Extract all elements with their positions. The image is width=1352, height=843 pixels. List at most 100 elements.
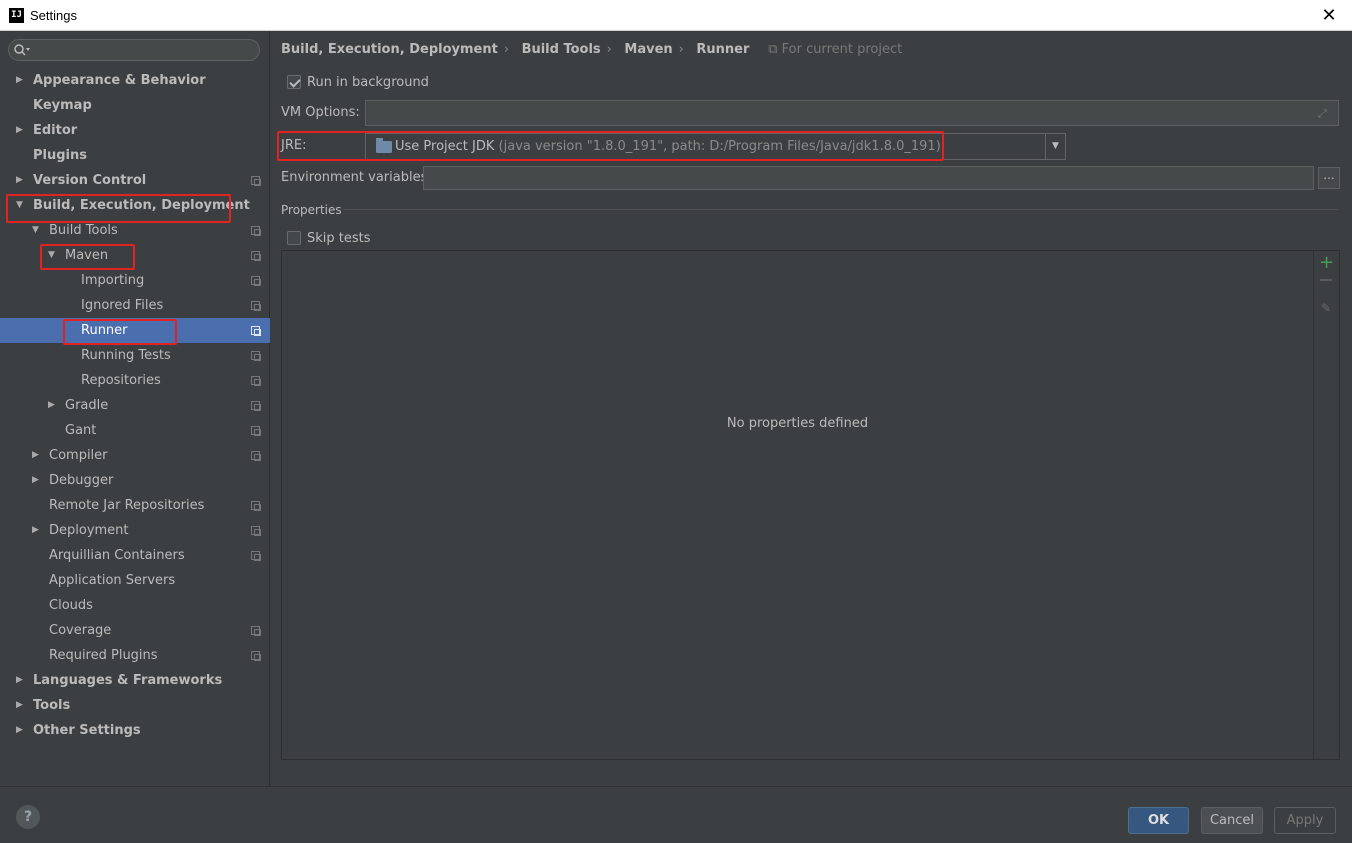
tree-item-clouds[interactable]: Clouds (0, 593, 270, 618)
tree-item-plugins[interactable]: Plugins (0, 143, 270, 168)
dialog-button-bar: ? OK Cancel Apply (0, 786, 1352, 843)
tree-item-runner[interactable]: Runner (0, 318, 270, 343)
vm-options-field[interactable]: ⤢ (365, 100, 1339, 126)
tree-item-label: Plugins (33, 148, 87, 163)
run-in-background-label: Run in background (307, 75, 429, 90)
jre-selected-value: Use Project JDK (395, 139, 495, 154)
section-divider (343, 209, 1338, 210)
tree-item-label: Remote Jar Repositories (49, 498, 205, 513)
settings-sidebar: ▶ Appearance & Behavior Keymap ▶ Editor Plugi… (0, 31, 270, 786)
collapsed-arrow-icon[interactable]: ▶ (32, 443, 42, 468)
tree-item-deployment[interactable]: ▶ Deployment (0, 518, 270, 543)
tree-item-label: Keymap (33, 98, 92, 113)
help-icon[interactable]: ? (16, 805, 40, 829)
tree-item-ignored-files[interactable]: Ignored Files (0, 293, 270, 318)
collapsed-arrow-icon[interactable]: ▶ (16, 693, 26, 718)
expanded-arrow-icon[interactable]: ▼ (16, 193, 26, 218)
tree-item-label: Runner (81, 323, 128, 338)
add-icon[interactable]: + (1319, 254, 1334, 272)
project-settings-icon (251, 226, 261, 236)
intellij-app-icon: IJ (9, 8, 24, 23)
project-settings-icon (251, 251, 261, 261)
properties-table[interactable]: + ✎ No properties defined (281, 250, 1340, 760)
project-settings-icon (251, 501, 261, 511)
tree-item-repositories[interactable]: Repositories (0, 368, 270, 393)
folder-icon (376, 138, 392, 153)
collapsed-arrow-icon[interactable]: ▶ (16, 668, 26, 693)
expanded-arrow-icon[interactable]: ▼ (32, 218, 42, 243)
apply-button[interactable]: Apply (1274, 807, 1336, 834)
project-settings-icon (251, 326, 261, 336)
tree-item-keymap[interactable]: Keymap (0, 93, 270, 118)
tree-item-label: Ignored Files (81, 298, 164, 313)
tree-item-application-servers[interactable]: Application Servers (0, 568, 270, 593)
tree-item-maven[interactable]: ▼ Maven (0, 243, 270, 268)
tree-item-label: Other Settings (33, 723, 141, 738)
edit-pencil-icon[interactable]: ✎ (1321, 301, 1331, 315)
tree-item-label: Gradle (65, 398, 109, 413)
tree-item-coverage[interactable]: Coverage (0, 618, 270, 643)
remove-icon[interactable] (1320, 279, 1332, 281)
breadcrumb: Build, Execution, Deployment › Build Tool… (281, 42, 914, 57)
search-icon (14, 44, 30, 56)
properties-section-title: Properties (281, 203, 342, 217)
environment-variables-field[interactable] (423, 166, 1314, 190)
tree-item-importing[interactable]: Importing (0, 268, 270, 293)
tree-item-label: Build Tools (49, 223, 118, 238)
tree-item-build-tools[interactable]: ▼ Build Tools (0, 218, 270, 243)
settings-search-field[interactable] (8, 39, 260, 61)
vm-options-label: VM Options: (281, 105, 360, 120)
collapsed-arrow-icon[interactable]: ▶ (16, 718, 26, 743)
expand-icon[interactable]: ⤢ (1318, 107, 1330, 120)
run-in-background-checkbox[interactable] (287, 75, 301, 89)
jre-label: JRE: (281, 138, 307, 153)
project-settings-icon (251, 451, 261, 461)
tree-item-label: Build, Execution, Deployment (33, 198, 250, 213)
tree-item-label: Gant (65, 423, 97, 438)
collapsed-arrow-icon[interactable]: ▶ (16, 168, 26, 193)
tree-item-required-plugins[interactable]: Required Plugins (0, 643, 270, 668)
breadcrumb-separator: › (606, 42, 612, 57)
tree-item-appearance-behavior[interactable]: ▶ Appearance & Behavior (0, 68, 270, 93)
tree-item-label: Application Servers (49, 573, 176, 588)
skip-tests-checkbox[interactable] (287, 231, 301, 245)
breadcrumb-separator: › (678, 42, 684, 57)
project-settings-icon (251, 276, 261, 286)
project-scope-hint: ⧉ For current project (759, 42, 903, 57)
chevron-down-icon[interactable]: ▼ (1045, 134, 1065, 159)
tree-item-debugger[interactable]: ▶ Debugger (0, 468, 270, 493)
breadcrumb-item: Maven (624, 42, 673, 57)
project-settings-icon (251, 626, 261, 636)
tree-item-compiler[interactable]: ▶ Compiler (0, 443, 270, 468)
project-settings-icon (251, 176, 261, 186)
tree-item-running-tests[interactable]: Running Tests (0, 343, 270, 368)
jre-select[interactable]: Use Project JDK (java version "1.8.0_191… (365, 133, 1066, 160)
close-window-button[interactable]: ✕ (1306, 0, 1352, 31)
tree-item-other-settings[interactable]: ▶ Other Settings (0, 718, 270, 743)
tree-item-build-execution-deployment[interactable]: ▼ Build, Execution, Deployment (0, 193, 270, 218)
ok-button[interactable]: OK (1128, 807, 1189, 834)
title-bar: IJ Settings ✕ (0, 0, 1352, 31)
tree-item-remote-jar-repositories[interactable]: Remote Jar Repositories (0, 493, 270, 518)
collapsed-arrow-icon[interactable]: ▶ (16, 118, 26, 143)
tree-item-label: Deployment (49, 523, 129, 538)
tree-item-languages-frameworks[interactable]: ▶ Languages & Frameworks (0, 668, 270, 693)
tree-item-editor[interactable]: ▶ Editor (0, 118, 270, 143)
tree-item-version-control[interactable]: ▶ Version Control (0, 168, 270, 193)
collapsed-arrow-icon[interactable]: ▶ (16, 68, 26, 93)
skip-tests-label: Skip tests (307, 231, 371, 246)
tree-item-tools[interactable]: ▶ Tools (0, 693, 270, 718)
cancel-button[interactable]: Cancel (1201, 807, 1263, 834)
project-settings-icon (251, 551, 261, 561)
collapsed-arrow-icon[interactable]: ▶ (32, 518, 42, 543)
tree-item-gant[interactable]: Gant (0, 418, 270, 443)
tree-item-arquillian-containers[interactable]: Arquillian Containers (0, 543, 270, 568)
browse-environment-button[interactable]: ... (1318, 167, 1340, 189)
expanded-arrow-icon[interactable]: ▼ (48, 243, 58, 268)
scope-label: For current project (781, 42, 903, 57)
collapsed-arrow-icon[interactable]: ▶ (32, 468, 42, 493)
tree-item-gradle[interactable]: ▶ Gradle (0, 393, 270, 418)
collapsed-arrow-icon[interactable]: ▶ (48, 393, 58, 418)
breadcrumb-item: Runner (696, 42, 750, 57)
tree-item-label: Coverage (49, 623, 112, 638)
